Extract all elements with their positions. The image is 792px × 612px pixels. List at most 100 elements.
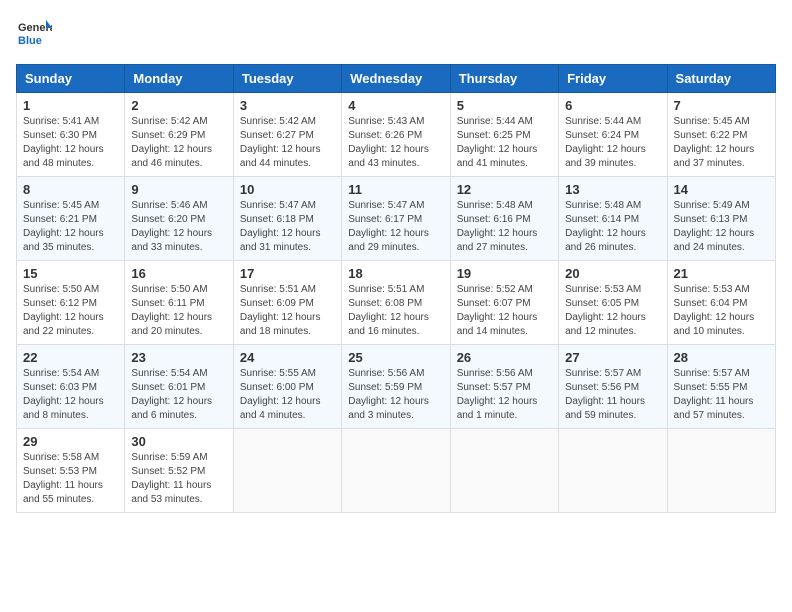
day-number: 9: [131, 182, 226, 197]
day-of-week-header: Tuesday: [233, 65, 341, 93]
day-number: 18: [348, 266, 443, 281]
day-info: Sunrise: 5:46 AM Sunset: 6:20 PM Dayligh…: [131, 199, 226, 255]
page-header: General Blue: [16, 16, 776, 52]
day-of-week-header: Thursday: [450, 65, 558, 93]
calendar-day: 27 Sunrise: 5:57 AM Sunset: 5:56 PM Dayli…: [559, 345, 667, 429]
day-info: Sunrise: 5:54 AM Sunset: 6:03 PM Dayligh…: [23, 367, 118, 423]
calendar-day: 22Sunrise: 5:54 AM Sunset: 6:03 PM Dayli…: [17, 345, 125, 429]
day-number: 28: [674, 350, 769, 365]
day-number: 5: [457, 98, 552, 113]
calendar-day: [233, 429, 341, 513]
day-info: Sunrise: 5:41 AM Sunset: 6:30 PM Dayligh…: [23, 115, 118, 171]
calendar-day: 21 Sunrise: 5:53 AM Sunset: 6:04 PM Dayli…: [667, 261, 775, 345]
calendar-header-row: SundayMondayTuesdayWednesdayThursdayFrid…: [17, 65, 776, 93]
day-info: Sunrise: 5:51 AM Sunset: 6:09 PM Dayligh…: [240, 283, 335, 339]
day-info: Sunrise: 5:48 AM Sunset: 6:16 PM Dayligh…: [457, 199, 552, 255]
day-number: 16: [131, 266, 226, 281]
day-number: 21: [674, 266, 769, 281]
day-info: Sunrise: 5:55 AM Sunset: 6:00 PM Dayligh…: [240, 367, 335, 423]
calendar-day: [559, 429, 667, 513]
calendar-day: [342, 429, 450, 513]
calendar-day: 12 Sunrise: 5:48 AM Sunset: 6:16 PM Dayli…: [450, 177, 558, 261]
calendar-day: 14Sunrise: 5:49 AM Sunset: 6:13 PM Dayli…: [667, 177, 775, 261]
calendar-day: 15Sunrise: 5:50 AM Sunset: 6:12 PM Dayli…: [17, 261, 125, 345]
day-number: 3: [240, 98, 335, 113]
day-info: Sunrise: 5:47 AM Sunset: 6:18 PM Dayligh…: [240, 199, 335, 255]
day-number: 8: [23, 182, 118, 197]
day-info: Sunrise: 5:45 AM Sunset: 6:21 PM Dayligh…: [23, 199, 118, 255]
calendar-day: 8 Sunrise: 5:45 AM Sunset: 6:21 PM Daylig…: [17, 177, 125, 261]
day-info: Sunrise: 5:48 AM Sunset: 6:14 PM Dayligh…: [565, 199, 660, 255]
day-number: 24: [240, 350, 335, 365]
day-info: Sunrise: 5:53 AM Sunset: 6:04 PM Dayligh…: [674, 283, 769, 339]
calendar-day: 30 Sunrise: 5:59 AM Sunset: 5:52 PM Dayli…: [125, 429, 233, 513]
day-info: Sunrise: 5:43 AM Sunset: 6:26 PM Dayligh…: [348, 115, 443, 171]
day-of-week-header: Wednesday: [342, 65, 450, 93]
day-number: 30: [131, 434, 226, 449]
calendar-day: 18Sunrise: 5:51 AM Sunset: 6:08 PM Dayli…: [342, 261, 450, 345]
calendar-day: 9 Sunrise: 5:46 AM Sunset: 6:20 PM Daylig…: [125, 177, 233, 261]
day-info: Sunrise: 5:56 AM Sunset: 5:59 PM Dayligh…: [348, 367, 443, 423]
day-number: 7: [674, 98, 769, 113]
logo-svg: General Blue: [16, 16, 52, 52]
calendar-day: 4 Sunrise: 5:43 AM Sunset: 6:26 PM Daylig…: [342, 93, 450, 177]
day-number: 13: [565, 182, 660, 197]
day-of-week-header: Monday: [125, 65, 233, 93]
day-number: 29: [23, 434, 118, 449]
day-info: Sunrise: 5:44 AM Sunset: 6:25 PM Dayligh…: [457, 115, 552, 171]
day-of-week-header: Saturday: [667, 65, 775, 93]
day-number: 11: [348, 182, 443, 197]
day-info: Sunrise: 5:57 AM Sunset: 5:56 PM Dayligh…: [565, 367, 660, 423]
day-info: Sunrise: 5:59 AM Sunset: 5:52 PM Dayligh…: [131, 451, 226, 507]
day-info: Sunrise: 5:49 AM Sunset: 6:13 PM Dayligh…: [674, 199, 769, 255]
day-info: Sunrise: 5:45 AM Sunset: 6:22 PM Dayligh…: [674, 115, 769, 171]
day-number: 4: [348, 98, 443, 113]
day-number: 27: [565, 350, 660, 365]
calendar-day: 6Sunrise: 5:44 AM Sunset: 6:24 PM Daylig…: [559, 93, 667, 177]
day-number: 26: [457, 350, 552, 365]
day-info: Sunrise: 5:57 AM Sunset: 5:55 PM Dayligh…: [674, 367, 769, 423]
calendar-day: 16 Sunrise: 5:50 AM Sunset: 6:11 PM Dayli…: [125, 261, 233, 345]
day-info: Sunrise: 5:52 AM Sunset: 6:07 PM Dayligh…: [457, 283, 552, 339]
day-info: Sunrise: 5:56 AM Sunset: 5:57 PM Dayligh…: [457, 367, 552, 423]
calendar-table: SundayMondayTuesdayWednesdayThursdayFrid…: [16, 64, 776, 513]
calendar-day: 17 Sunrise: 5:51 AM Sunset: 6:09 PM Dayli…: [233, 261, 341, 345]
day-number: 19: [457, 266, 552, 281]
calendar-day: 25 Sunrise: 5:56 AM Sunset: 5:59 PM Dayli…: [342, 345, 450, 429]
day-number: 23: [131, 350, 226, 365]
day-of-week-header: Sunday: [17, 65, 125, 93]
day-info: Sunrise: 5:44 AM Sunset: 6:24 PM Dayligh…: [565, 115, 660, 171]
calendar-day: 19 Sunrise: 5:52 AM Sunset: 6:07 PM Dayli…: [450, 261, 558, 345]
day-number: 1: [23, 98, 118, 113]
day-info: Sunrise: 5:53 AM Sunset: 6:05 PM Dayligh…: [565, 283, 660, 339]
svg-text:Blue: Blue: [18, 35, 42, 47]
day-number: 20: [565, 266, 660, 281]
calendar-day: 10 Sunrise: 5:47 AM Sunset: 6:18 PM Dayli…: [233, 177, 341, 261]
day-of-week-header: Friday: [559, 65, 667, 93]
day-info: Sunrise: 5:47 AM Sunset: 6:17 PM Dayligh…: [348, 199, 443, 255]
calendar-day: 5 Sunrise: 5:44 AM Sunset: 6:25 PM Daylig…: [450, 93, 558, 177]
calendar-day: 24 Sunrise: 5:55 AM Sunset: 6:00 PM Dayli…: [233, 345, 341, 429]
logo: General Blue: [16, 16, 52, 52]
day-info: Sunrise: 5:42 AM Sunset: 6:27 PM Dayligh…: [240, 115, 335, 171]
calendar-day: 23 Sunrise: 5:54 AM Sunset: 6:01 PM Dayli…: [125, 345, 233, 429]
calendar-day: 20 Sunrise: 5:53 AM Sunset: 6:05 PM Dayli…: [559, 261, 667, 345]
day-info: Sunrise: 5:54 AM Sunset: 6:01 PM Dayligh…: [131, 367, 226, 423]
calendar-day: 7 Sunrise: 5:45 AM Sunset: 6:22 PM Daylig…: [667, 93, 775, 177]
calendar-day: [667, 429, 775, 513]
day-info: Sunrise: 5:58 AM Sunset: 5:53 PM Dayligh…: [23, 451, 118, 507]
calendar-day: 13 Sunrise: 5:48 AM Sunset: 6:14 PM Dayli…: [559, 177, 667, 261]
day-number: 25: [348, 350, 443, 365]
day-number: 17: [240, 266, 335, 281]
calendar-day: 2Sunrise: 5:42 AM Sunset: 6:29 PM Daylig…: [125, 93, 233, 177]
day-number: 10: [240, 182, 335, 197]
calendar-day: 1 Sunrise: 5:41 AM Sunset: 6:30 PM Daylig…: [17, 93, 125, 177]
calendar-day: 28 Sunrise: 5:57 AM Sunset: 5:55 PM Dayli…: [667, 345, 775, 429]
calendar-day: 26 Sunrise: 5:56 AM Sunset: 5:57 PM Dayli…: [450, 345, 558, 429]
day-info: Sunrise: 5:50 AM Sunset: 6:11 PM Dayligh…: [131, 283, 226, 339]
day-number: 2: [131, 98, 226, 113]
calendar-day: 3 Sunrise: 5:42 AM Sunset: 6:27 PM Daylig…: [233, 93, 341, 177]
day-number: 12: [457, 182, 552, 197]
calendar-day: 29 Sunrise: 5:58 AM Sunset: 5:53 PM Dayli…: [17, 429, 125, 513]
day-number: 15: [23, 266, 118, 281]
